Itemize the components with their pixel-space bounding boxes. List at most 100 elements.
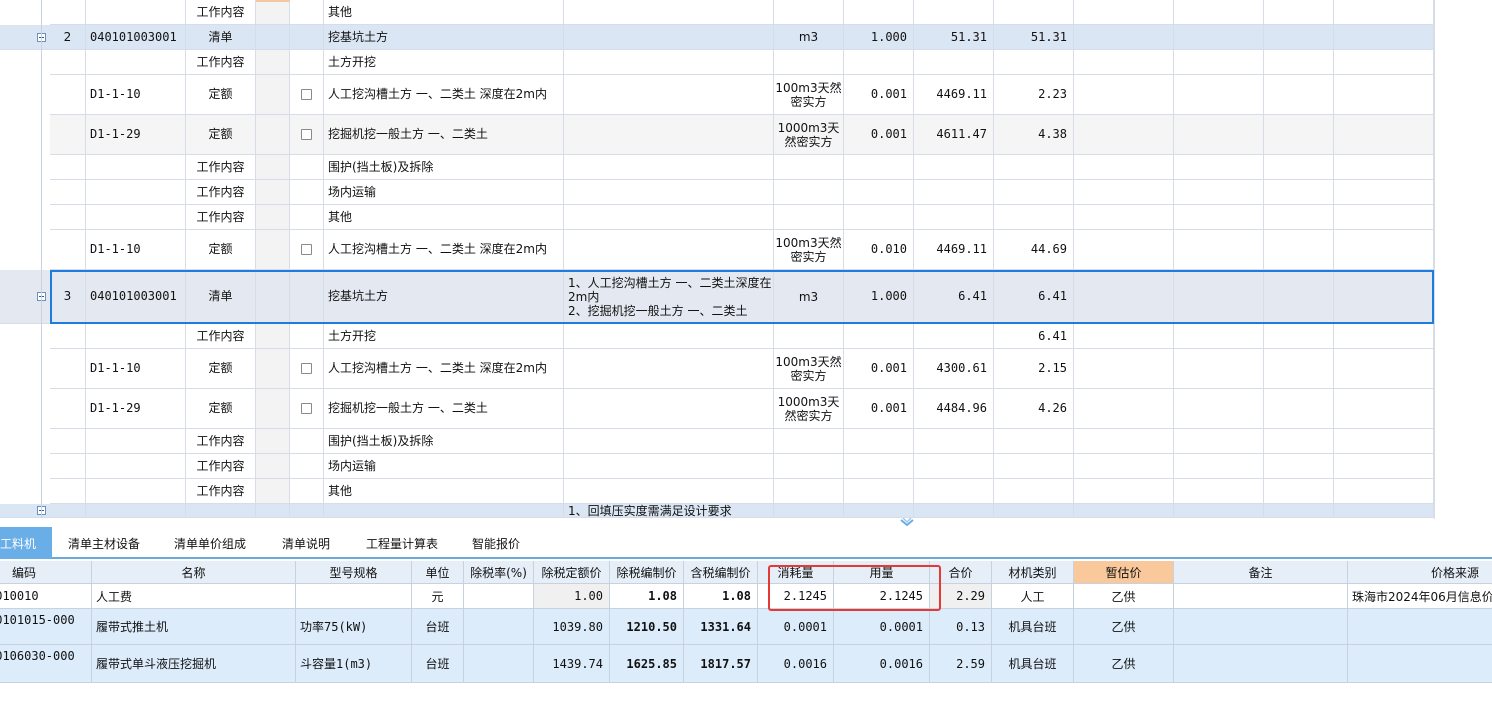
grid-cell-feature[interactable]: 1、人工挖沟槽土方 一、二类土深度在2m内 2、挖掘机挖一般土方 一、二类土	[564, 270, 774, 324]
tab-1[interactable]: 清单主材设备	[56, 527, 152, 559]
grid-cell-name[interactable]	[324, 504, 564, 518]
resource-cell-amount[interactable]: 0.13	[930, 609, 992, 645]
column-header[interactable]: 型号规格	[296, 561, 412, 584]
grid-row[interactable]: D1-1-29 定额 挖掘机挖一般土方 一、二类土 1000m3天然密实方 0.001 4…	[0, 115, 1492, 155]
grid-row[interactable]: 工作内容 土方开挖	[0, 50, 1492, 75]
grid-cell-feature[interactable]	[564, 230, 774, 270]
row-checkbox[interactable]	[301, 403, 312, 414]
grid-row[interactable]: 工作内容 场内运输	[0, 454, 1492, 479]
grid-cell-qty[interactable]	[844, 180, 914, 205]
column-header[interactable]: 除税编制价	[610, 561, 684, 584]
resource-cell-source[interactable]	[1348, 609, 1492, 645]
resource-cell-category[interactable]: 机具台班	[992, 609, 1074, 645]
grid-cell-name[interactable]: 挖基坑土方	[324, 25, 564, 50]
resource-cell-source[interactable]: 珠海市2024年06月信息价	[1348, 584, 1492, 609]
grid-row[interactable]: 工作内容 其他	[0, 479, 1492, 504]
grid-cell-name[interactable]: 其他	[324, 479, 564, 504]
resource-cell-spec[interactable]	[296, 584, 412, 609]
grid-row[interactable]: 工作内容 其他	[0, 205, 1492, 230]
grid-cell-qty[interactable]	[844, 0, 914, 25]
grid-cell-qty[interactable]	[844, 479, 914, 504]
grid-cell-name[interactable]: 场内运输	[324, 180, 564, 205]
tab-4[interactable]: 工程量计算表	[352, 527, 452, 559]
row-checkbox[interactable]	[301, 363, 312, 374]
grid-row[interactable]: 3 040101003001 清单 挖基坑土方 1、人工挖沟槽土方 一、二类土深度在2m…	[0, 270, 1492, 324]
resource-row[interactable]: 90106030-000 履带式单斗液压挖掘机 斗容量1(m3) 台班 1439.74 1…	[0, 645, 1492, 683]
grid-cell-feature[interactable]	[564, 180, 774, 205]
column-header[interactable]: 除税率(%)	[464, 561, 534, 584]
grid-cell-name[interactable]: 人工挖沟槽土方 一、二类土 深度在2m内	[324, 349, 564, 389]
resource-cell-category[interactable]: 人工	[992, 584, 1074, 609]
tab-3[interactable]: 清单说明	[268, 527, 344, 559]
grid-cell-qty[interactable]: 0.001	[844, 349, 914, 389]
grid-cell-feature[interactable]	[564, 155, 774, 180]
resource-cell-base_price[interactable]: 1.00	[534, 584, 610, 609]
tab-5[interactable]: 智能报价	[460, 527, 532, 559]
row-checkbox[interactable]	[301, 89, 312, 100]
tab-2[interactable]: 清单单价组成	[162, 527, 258, 559]
grid-cell-qty[interactable]	[844, 504, 914, 518]
resource-cell-base_price[interactable]: 1439.74	[534, 645, 610, 683]
column-header[interactable]: 含税编制价	[684, 561, 758, 584]
grid-cell-qty[interactable]: 0.001	[844, 75, 914, 115]
grid-cell-name[interactable]: 其他	[324, 0, 564, 25]
resource-cell-ex_tax_price[interactable]: 1.08	[610, 584, 684, 609]
resource-cell-source[interactable]	[1348, 645, 1492, 683]
resource-cell-spec[interactable]: 功率75(kW)	[296, 609, 412, 645]
grid-cell-name[interactable]: 围护(挡土板)及拆除	[324, 155, 564, 180]
grid-row[interactable]: 工作内容 其他	[0, 0, 1492, 25]
column-header[interactable]: 单位	[412, 561, 464, 584]
grid-row[interactable]: 工作内容 围护(挡土板)及拆除	[0, 155, 1492, 180]
grid-cell-qty[interactable]	[844, 324, 914, 349]
resource-cell-unit[interactable]: 台班	[412, 645, 464, 683]
grid-cell-qty[interactable]: 1.000	[844, 270, 914, 324]
resource-cell-note[interactable]	[1174, 609, 1348, 645]
grid-cell-qty[interactable]	[844, 429, 914, 454]
grid-cell-feature[interactable]	[564, 75, 774, 115]
grid-cell-feature[interactable]	[564, 454, 774, 479]
resource-cell-estimate[interactable]: 乙供	[1074, 609, 1174, 645]
resource-cell-in_tax_price[interactable]: 1817.57	[684, 645, 758, 683]
resource-cell-consumption[interactable]: 0.0001	[758, 609, 834, 645]
grid-cell-name[interactable]: 人工挖沟槽土方 一、二类土 深度在2m内	[324, 75, 564, 115]
grid-cell-feature[interactable]	[564, 349, 774, 389]
resource-cell-tax_rate[interactable]	[464, 645, 534, 683]
grid-cell-feature[interactable]	[564, 324, 774, 349]
grid-cell-qty[interactable]	[844, 205, 914, 230]
resource-cell-name[interactable]: 履带式单斗液压挖掘机	[92, 645, 296, 683]
grid-cell-name[interactable]: 土方开挖	[324, 324, 564, 349]
resource-cell-note[interactable]	[1174, 645, 1348, 683]
resource-cell-in_tax_price[interactable]: 1331.64	[684, 609, 758, 645]
resource-cell-category[interactable]: 机具台班	[992, 645, 1074, 683]
grid-row[interactable]: D1-1-10 定额 人工挖沟槽土方 一、二类土 深度在2m内 100m3天然密实方 0…	[0, 230, 1492, 270]
column-header[interactable]: 材机类别	[992, 561, 1074, 584]
resource-cell-unit[interactable]: 元	[412, 584, 464, 609]
resource-cell-unit[interactable]: 台班	[412, 609, 464, 645]
grid-cell-feature[interactable]	[564, 479, 774, 504]
resource-cell-spec[interactable]: 斗容量1(m3)	[296, 645, 412, 683]
grid-cell-feature[interactable]	[564, 50, 774, 75]
grid-row[interactable]: 工作内容 土方开挖 6.41	[0, 324, 1492, 349]
grid-row[interactable]: 1、回填压实度需满足设计要求	[0, 504, 1492, 518]
bill-grid[interactable]: 工作内容 其他 2 040101003001 清单 挖基坑土方 m3 1.000 51.31 51…	[0, 0, 1492, 519]
grid-cell-name[interactable]: 挖基坑土方	[324, 270, 564, 324]
row-checkbox[interactable]	[301, 244, 312, 255]
grid-cell-qty[interactable]: 0.001	[844, 115, 914, 155]
grid-row[interactable]: D1-1-29 定额 挖掘机挖一般土方 一、二类土 1000m3天然密实方 0.001 4…	[0, 389, 1492, 429]
grid-cell-qty[interactable]: 0.001	[844, 389, 914, 429]
grid-row[interactable]: D1-1-10 定额 人工挖沟槽土方 一、二类土 深度在2m内 100m3天然密实方 0…	[0, 349, 1492, 389]
resource-cell-note[interactable]	[1174, 584, 1348, 609]
grid-cell-qty[interactable]	[844, 155, 914, 180]
grid-cell-name[interactable]: 土方开挖	[324, 50, 564, 75]
grid-row[interactable]: 工作内容 围护(挡土板)及拆除	[0, 429, 1492, 454]
grid-cell-feature[interactable]	[564, 429, 774, 454]
grid-row[interactable]: 2 040101003001 清单 挖基坑土方 m3 1.000 51.31 51.31	[0, 25, 1492, 50]
grid-cell-name[interactable]: 其他	[324, 205, 564, 230]
resource-cell-base_price[interactable]: 1039.80	[534, 609, 610, 645]
resource-cell-estimate[interactable]: 乙供	[1074, 645, 1174, 683]
column-header[interactable]: 备注	[1174, 561, 1348, 584]
grid-cell-name[interactable]: 场内运输	[324, 454, 564, 479]
resource-cell-tax_rate[interactable]	[464, 584, 534, 609]
resource-cell-usage[interactable]: 0.0016	[834, 645, 930, 683]
resource-cell-tax_rate[interactable]	[464, 609, 534, 645]
